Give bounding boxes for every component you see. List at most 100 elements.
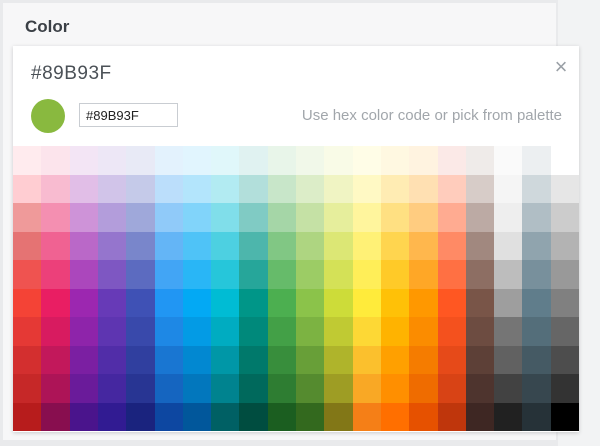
palette-swatch[interactable]: [466, 203, 494, 232]
palette-swatch[interactable]: [381, 203, 409, 232]
palette-swatch[interactable]: [13, 317, 41, 346]
palette-swatch[interactable]: [438, 203, 466, 232]
palette-swatch[interactable]: [183, 146, 211, 175]
palette-swatch[interactable]: [183, 175, 211, 203]
palette-swatch[interactable]: [466, 374, 494, 403]
palette-swatch[interactable]: [211, 232, 239, 260]
palette-swatch[interactable]: [211, 146, 239, 175]
palette-swatch[interactable]: [324, 175, 353, 203]
palette-swatch[interactable]: [494, 232, 522, 260]
palette-swatch[interactable]: [70, 289, 98, 317]
palette-swatch[interactable]: [98, 232, 126, 260]
palette-swatch[interactable]: [551, 374, 579, 403]
palette-swatch[interactable]: [353, 289, 381, 317]
palette-swatch[interactable]: [438, 260, 466, 289]
palette-swatch[interactable]: [70, 232, 98, 260]
palette-swatch[interactable]: [41, 346, 70, 374]
palette-swatch[interactable]: [268, 346, 296, 374]
palette-swatch[interactable]: [353, 403, 381, 431]
close-icon[interactable]: ×: [549, 55, 573, 79]
palette-swatch[interactable]: [466, 289, 494, 317]
palette-swatch[interactable]: [324, 146, 353, 175]
palette-swatch[interactable]: [13, 175, 41, 203]
palette-swatch[interactable]: [183, 403, 211, 431]
palette-swatch[interactable]: [268, 317, 296, 346]
palette-swatch[interactable]: [268, 175, 296, 203]
palette-swatch[interactable]: [438, 289, 466, 317]
palette-swatch[interactable]: [296, 175, 324, 203]
palette-swatch[interactable]: [409, 232, 438, 260]
palette-swatch[interactable]: [98, 175, 126, 203]
palette-swatch[interactable]: [239, 403, 268, 431]
palette-swatch[interactable]: [409, 146, 438, 175]
palette-swatch[interactable]: [438, 317, 466, 346]
palette-swatch[interactable]: [268, 146, 296, 175]
palette-swatch[interactable]: [353, 346, 381, 374]
palette-swatch[interactable]: [268, 403, 296, 431]
palette-swatch[interactable]: [211, 374, 239, 403]
palette-swatch[interactable]: [324, 203, 353, 232]
palette-swatch[interactable]: [296, 146, 324, 175]
palette-swatch[interactable]: [551, 403, 579, 431]
palette-swatch[interactable]: [211, 203, 239, 232]
palette-swatch[interactable]: [522, 374, 551, 403]
palette-swatch[interactable]: [70, 374, 98, 403]
palette-swatch[interactable]: [296, 403, 324, 431]
palette-swatch[interactable]: [239, 175, 268, 203]
palette-swatch[interactable]: [211, 346, 239, 374]
palette-swatch[interactable]: [98, 260, 126, 289]
palette-swatch[interactable]: [381, 260, 409, 289]
palette-swatch[interactable]: [551, 232, 579, 260]
palette-swatch[interactable]: [522, 203, 551, 232]
palette-swatch[interactable]: [70, 260, 98, 289]
palette-swatch[interactable]: [438, 146, 466, 175]
palette-swatch[interactable]: [438, 232, 466, 260]
palette-swatch[interactable]: [466, 317, 494, 346]
palette-swatch[interactable]: [296, 289, 324, 317]
palette-swatch[interactable]: [211, 403, 239, 431]
palette-swatch[interactable]: [494, 403, 522, 431]
palette-swatch[interactable]: [98, 346, 126, 374]
palette-swatch[interactable]: [183, 289, 211, 317]
palette-swatch[interactable]: [494, 317, 522, 346]
palette-swatch[interactable]: [155, 317, 183, 346]
palette-swatch[interactable]: [522, 289, 551, 317]
palette-swatch[interactable]: [239, 289, 268, 317]
palette-swatch[interactable]: [522, 146, 551, 175]
palette-swatch[interactable]: [551, 317, 579, 346]
palette-swatch[interactable]: [239, 203, 268, 232]
palette-swatch[interactable]: [353, 317, 381, 346]
palette-swatch[interactable]: [409, 203, 438, 232]
palette-swatch[interactable]: [522, 260, 551, 289]
palette-swatch[interactable]: [98, 146, 126, 175]
palette-swatch[interactable]: [494, 374, 522, 403]
palette-swatch[interactable]: [41, 232, 70, 260]
palette-swatch[interactable]: [381, 317, 409, 346]
palette-swatch[interactable]: [98, 403, 126, 431]
palette-swatch[interactable]: [155, 346, 183, 374]
palette-swatch[interactable]: [466, 232, 494, 260]
palette-swatch[interactable]: [126, 374, 155, 403]
palette-swatch[interactable]: [268, 289, 296, 317]
palette-swatch[interactable]: [183, 232, 211, 260]
palette-swatch[interactable]: [70, 175, 98, 203]
palette-swatch[interactable]: [466, 260, 494, 289]
palette-swatch[interactable]: [70, 203, 98, 232]
palette-swatch[interactable]: [353, 203, 381, 232]
palette-swatch[interactable]: [13, 289, 41, 317]
palette-swatch[interactable]: [155, 260, 183, 289]
palette-swatch[interactable]: [155, 146, 183, 175]
palette-swatch[interactable]: [324, 289, 353, 317]
palette-swatch[interactable]: [126, 146, 155, 175]
palette-swatch[interactable]: [239, 374, 268, 403]
palette-swatch[interactable]: [98, 374, 126, 403]
palette-swatch[interactable]: [296, 203, 324, 232]
palette-swatch[interactable]: [353, 175, 381, 203]
palette-swatch[interactable]: [522, 232, 551, 260]
palette-swatch[interactable]: [353, 374, 381, 403]
palette-swatch[interactable]: [70, 317, 98, 346]
palette-swatch[interactable]: [268, 232, 296, 260]
palette-swatch[interactable]: [41, 317, 70, 346]
palette-swatch[interactable]: [268, 374, 296, 403]
palette-swatch[interactable]: [296, 260, 324, 289]
